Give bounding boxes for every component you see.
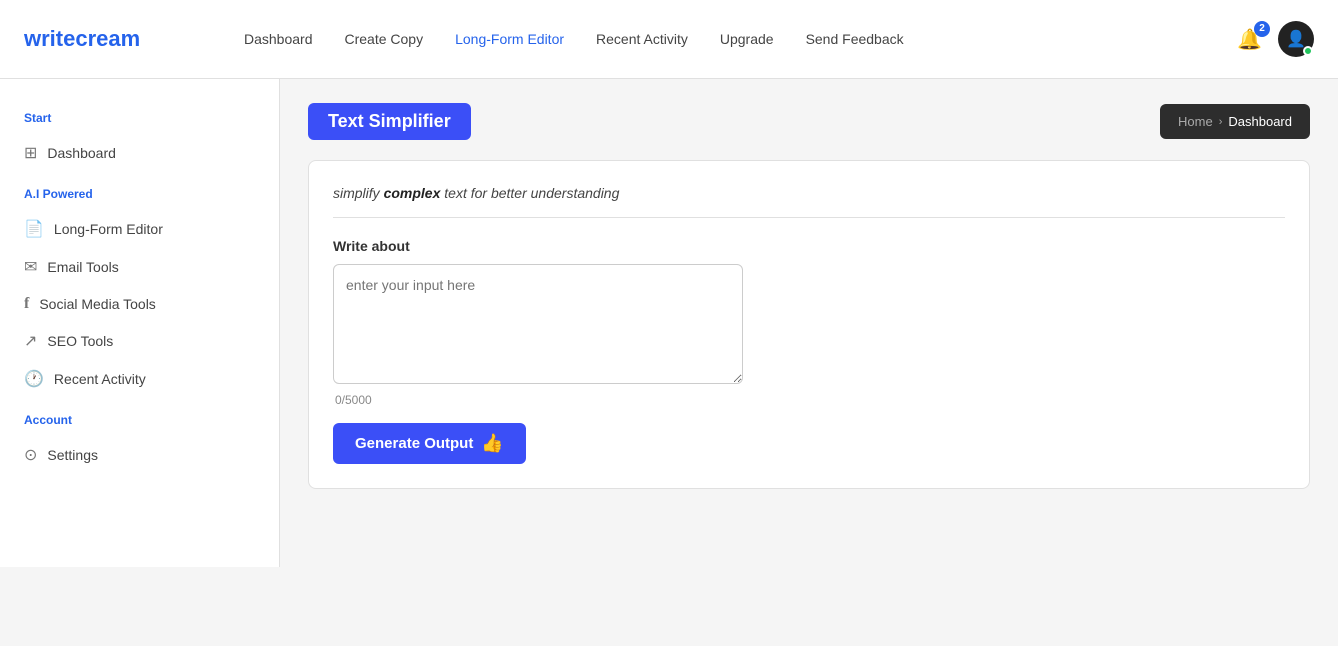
- sidebar-item-seo-tools[interactable]: ↗ SEO Tools: [16, 323, 263, 359]
- write-about-textarea[interactable]: [333, 264, 743, 384]
- online-status-dot: [1303, 46, 1313, 56]
- subtitle-normal: simplify: [333, 185, 384, 201]
- nav-link-recent-activity[interactable]: Recent Activity: [596, 31, 688, 47]
- nav-right: 🔔 2 👤: [1237, 21, 1314, 57]
- nav-links: Dashboard Create Copy Long-Form Editor R…: [244, 31, 1237, 47]
- long-form-editor-icon: 📄: [24, 219, 44, 239]
- card-subtitle: simplify complex text for better underst…: [333, 185, 1285, 218]
- sidebar-item-label-seo: SEO Tools: [47, 333, 113, 349]
- sidebar-section-start: Start: [16, 111, 263, 125]
- logo-prefix: write: [24, 26, 75, 51]
- logo-suffix: cream: [75, 26, 140, 51]
- sidebar-item-recent-activity[interactable]: 🕐 Recent Activity: [16, 361, 263, 397]
- user-avatar-button[interactable]: 👤: [1278, 21, 1314, 57]
- sidebar-item-email-tools[interactable]: ✉ Email Tools: [16, 249, 263, 285]
- settings-icon: ⊙: [24, 445, 37, 465]
- sidebar-item-label-dashboard: Dashboard: [47, 145, 116, 161]
- nav-link-send-feedback[interactable]: Send Feedback: [806, 31, 904, 47]
- text-simplifier-card: simplify complex text for better underst…: [308, 160, 1310, 489]
- email-tools-icon: ✉: [24, 257, 37, 277]
- notification-badge: 2: [1254, 21, 1270, 37]
- sidebar-item-label-settings: Settings: [47, 447, 98, 463]
- main-header: Text Simplifier Home › Dashboard: [308, 103, 1310, 140]
- breadcrumb-home: Home: [1178, 114, 1213, 129]
- seo-tools-icon: ↗: [24, 331, 37, 351]
- nav-link-create-copy[interactable]: Create Copy: [345, 31, 424, 47]
- sidebar-item-label-recent: Recent Activity: [54, 371, 146, 387]
- sidebar-item-social-media-tools[interactable]: f Social Media Tools: [16, 287, 263, 321]
- nav-link-upgrade[interactable]: Upgrade: [720, 31, 774, 47]
- form-section: Write about 0/5000 Generate Output 👍: [333, 218, 1285, 464]
- top-navigation: writecream Dashboard Create Copy Long-Fo…: [0, 0, 1338, 79]
- thumbs-up-icon: 👍: [481, 433, 503, 454]
- breadcrumb-separator: ›: [1219, 116, 1223, 128]
- sidebar-item-dashboard[interactable]: ⊞ Dashboard: [16, 135, 263, 171]
- main-content: Text Simplifier Home › Dashboard simplif…: [280, 79, 1338, 567]
- generate-btn-label: Generate Output: [355, 435, 473, 452]
- social-media-icon: f: [24, 295, 29, 313]
- page-layout: Start ⊞ Dashboard A.I Powered 📄 Long-For…: [0, 79, 1338, 567]
- sidebar-section-account: Account: [16, 413, 263, 427]
- nav-link-long-form-editor[interactable]: Long-Form Editor: [455, 31, 564, 47]
- char-count: 0/5000: [335, 393, 1285, 407]
- breadcrumb: Home › Dashboard: [1160, 104, 1310, 139]
- sidebar-item-label-long-form: Long-Form Editor: [54, 221, 163, 237]
- sidebar-section-ai: A.I Powered: [16, 187, 263, 201]
- logo: writecream: [24, 26, 204, 52]
- subtitle-bold: complex: [384, 185, 441, 201]
- recent-activity-icon: 🕐: [24, 369, 44, 389]
- sidebar-item-settings[interactable]: ⊙ Settings: [16, 437, 263, 473]
- breadcrumb-current: Dashboard: [1228, 114, 1292, 129]
- nav-link-dashboard[interactable]: Dashboard: [244, 31, 313, 47]
- sidebar-item-long-form-editor[interactable]: 📄 Long-Form Editor: [16, 211, 263, 247]
- write-about-label: Write about: [333, 238, 1285, 254]
- sidebar: Start ⊞ Dashboard A.I Powered 📄 Long-For…: [0, 79, 280, 567]
- textarea-wrapper: [333, 264, 1285, 389]
- page-title: Text Simplifier: [308, 103, 471, 140]
- notifications-button[interactable]: 🔔 2: [1237, 27, 1262, 52]
- sidebar-item-label-social: Social Media Tools: [39, 296, 155, 312]
- subtitle-rest: text for better understanding: [440, 185, 619, 201]
- dashboard-icon: ⊞: [24, 143, 37, 163]
- generate-output-button[interactable]: Generate Output 👍: [333, 423, 526, 464]
- sidebar-item-label-email: Email Tools: [47, 259, 118, 275]
